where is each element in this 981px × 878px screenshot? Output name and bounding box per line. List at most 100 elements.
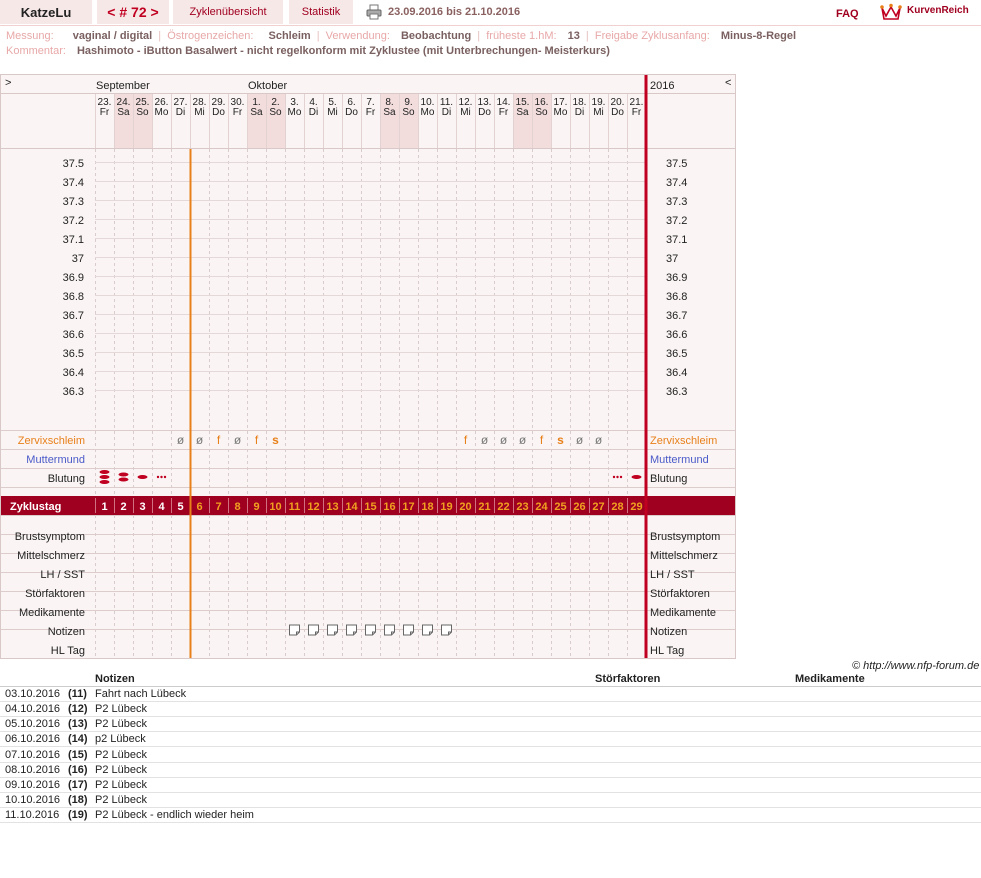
cycle-day-number: 25 xyxy=(554,501,566,513)
table-row: 10.10.2016 (18) P2 Lübeck xyxy=(0,793,981,808)
bleeding-mark xyxy=(118,477,129,482)
tab-cycle-overview[interactable]: Zyklenübersicht xyxy=(173,0,283,24)
row-label-bleeding: Blutung xyxy=(48,473,85,485)
note-date: 09.10.2016 xyxy=(5,779,61,791)
table-row: 05.10.2016 (13) P2 Lübeck xyxy=(0,717,981,732)
cycle-navigator[interactable]: < # 72 > xyxy=(97,0,169,24)
cycle-day-number: 26 xyxy=(573,501,585,513)
table-row: 06.10.2016 (14) p2 Lübeck xyxy=(0,732,981,747)
cycle-day-number: 5 xyxy=(177,501,183,513)
note-icon[interactable] xyxy=(441,624,452,636)
table-row: 03.10.2016 (11) Fahrt nach Lübeck xyxy=(0,687,981,702)
row-label-meds: Medikamente xyxy=(19,607,85,619)
cycle-day-number: 12 xyxy=(307,501,319,513)
username: KatzeLu xyxy=(0,0,92,24)
note-text: P2 Lübeck xyxy=(95,794,147,806)
nav-next-button[interactable]: < xyxy=(725,77,731,89)
cycle-day-number: 13 xyxy=(326,501,338,513)
row-label-right-breast: Brustsymptom xyxy=(650,531,720,543)
top-header: KatzeLu < # 72 > Zyklenübersicht Statist… xyxy=(0,0,981,26)
temp-label-right: 36.9 xyxy=(666,272,687,284)
temp-label-right: 37.5 xyxy=(666,158,687,170)
note-icon[interactable] xyxy=(327,624,338,636)
note-cycle-day: (15) xyxy=(68,749,88,761)
bleeding-mark xyxy=(99,475,110,479)
temp-label-left: 36.5 xyxy=(63,348,84,360)
row-label-right-disturb: Störfaktoren xyxy=(650,588,710,600)
row-label-right-notes: Notizen xyxy=(650,626,687,638)
comment-row: Kommentar: Hashimoto - iButton Basalwert… xyxy=(6,45,610,57)
note-date: 03.10.2016 xyxy=(5,688,61,700)
note-icon[interactable] xyxy=(346,624,357,636)
bleeding-mark xyxy=(99,480,110,484)
note-icon[interactable] xyxy=(384,624,395,636)
note-date: 05.10.2016 xyxy=(5,718,61,730)
weekday-label: Do xyxy=(478,107,491,118)
table-row: 04.10.2016 (12) P2 Lübeck xyxy=(0,702,981,717)
temp-label-left: 36.3 xyxy=(63,386,84,398)
note-text: P2 Lübeck xyxy=(95,764,147,776)
date-range: 23.09.2016 bis 21.10.2016 xyxy=(388,6,521,18)
table-row: 11.10.2016 (19) P2 Lübeck - endlich wieder… xyxy=(0,808,981,823)
bleeding-mark xyxy=(137,475,148,479)
temp-label-right: 37.1 xyxy=(666,234,687,246)
cycle-day-number: 17 xyxy=(402,501,414,513)
cycle-day-number: 9 xyxy=(253,501,259,513)
meta-key: Östrogenzeichen: xyxy=(167,30,254,42)
faq-link[interactable]: FAQ xyxy=(836,8,859,20)
weekday-label: Fr xyxy=(632,107,642,118)
temp-label-left: 36.7 xyxy=(63,310,84,322)
temp-label-left: 37.4 xyxy=(63,177,84,189)
cycle-day-number: 21 xyxy=(478,501,490,513)
meta-key: Freigabe Zyklusanfang: xyxy=(594,30,710,42)
temp-label-right: 37.2 xyxy=(666,215,687,227)
note-icon[interactable] xyxy=(365,624,376,636)
cervix-mark: ø xyxy=(481,433,489,447)
nav-prev-button[interactable]: > xyxy=(5,77,11,89)
temp-label-left: 36.8 xyxy=(63,291,84,303)
cycle-day-number: 6 xyxy=(196,501,202,513)
temp-label-right: 36.5 xyxy=(666,348,687,360)
weekday-label: Do xyxy=(345,107,358,118)
temp-label-right: 36.6 xyxy=(666,329,687,341)
cycle-day-number: 15 xyxy=(364,501,376,513)
temp-label-right: 36.3 xyxy=(666,386,687,398)
weekday-label: Mo xyxy=(421,107,435,118)
bleeding-spot xyxy=(619,475,623,479)
row-label-midpain: Mittelschmerz xyxy=(17,550,85,562)
note-text: p2 Lübeck xyxy=(95,733,146,745)
temp-label-left: 37.1 xyxy=(63,234,84,246)
cervix-mark: ø xyxy=(576,433,584,447)
bleeding-spot xyxy=(616,475,619,479)
weekday-label: Mo xyxy=(554,107,568,118)
logo-text[interactable]: KurvenReich xyxy=(907,5,969,16)
weekday-label: Sa xyxy=(250,107,263,118)
cycle-day-number: 18 xyxy=(421,501,433,513)
crown-logo-icon xyxy=(880,3,902,20)
printer-icon[interactable] xyxy=(366,4,382,20)
note-cycle-day: (19) xyxy=(68,809,88,821)
note-date: 11.10.2016 xyxy=(5,809,60,821)
meta-key: Messung: xyxy=(6,30,54,42)
cycle-day-number: 20 xyxy=(459,501,471,513)
note-icon[interactable] xyxy=(289,624,300,636)
weekday-label: So xyxy=(535,107,548,118)
note-icon[interactable] xyxy=(422,624,433,636)
weekday-label: Fr xyxy=(100,107,110,118)
weekday-label: Sa xyxy=(383,107,396,118)
meta-value: Beobachtung xyxy=(400,30,472,42)
temp-label-left: 36.4 xyxy=(63,367,84,379)
note-date: 04.10.2016 xyxy=(5,703,61,715)
temp-label-left: 37.2 xyxy=(63,215,84,227)
meta-value: vaginal / digital xyxy=(72,30,153,42)
copyright: © http://www.nfp-forum.de xyxy=(852,660,980,672)
note-cycle-day: (16) xyxy=(68,764,88,776)
row-label-right-lh: LH / SST xyxy=(650,569,695,581)
tab-statistics[interactable]: Statistik xyxy=(289,0,353,24)
note-text: P2 Lübeck xyxy=(95,749,147,761)
note-icon[interactable] xyxy=(403,624,414,636)
note-icon[interactable] xyxy=(308,624,319,636)
table-row: 07.10.2016 (15) P2 Lübeck xyxy=(0,748,981,763)
year-label: 2016 xyxy=(650,80,674,92)
cycle-day-number: 19 xyxy=(440,501,452,513)
